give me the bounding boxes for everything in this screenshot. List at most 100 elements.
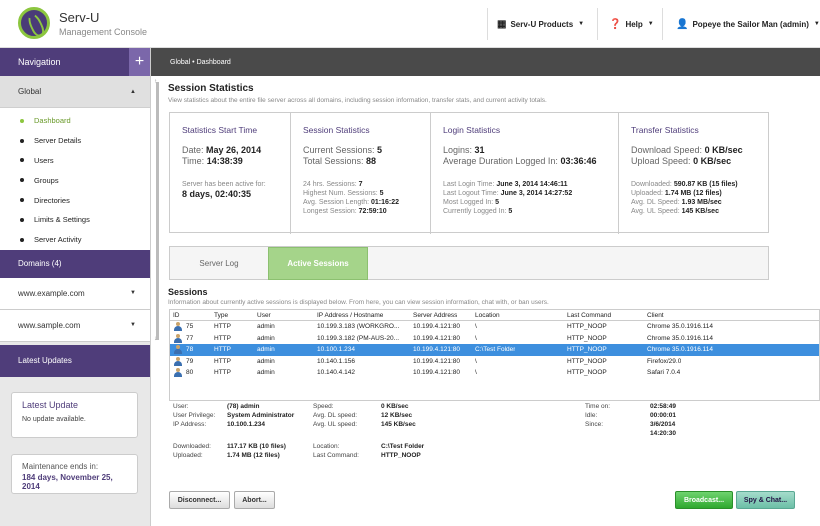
table-cell: 10.100.1.234 (317, 346, 355, 353)
table-cell: HTTP_NOOP (567, 346, 607, 353)
sidebar-item-server-activity[interactable]: Server Activity (0, 230, 150, 250)
table-cell: HTTP (214, 323, 231, 330)
stats-login-column: Login Statistics Logins: 31 Average Dura… (431, 113, 619, 234)
stat-value: 145 KB/sec (681, 208, 719, 215)
scroll-down-icon[interactable]: ↓ (154, 336, 157, 342)
stat-time: Time: 14:38:39 (182, 156, 290, 167)
table-cell: 79 (186, 357, 194, 365)
abort-button[interactable]: Abort... (234, 491, 275, 509)
products-menu[interactable]: ▦ Serv-U Products ▼ (497, 0, 584, 48)
sidebar-item-label: Directories (34, 195, 70, 205)
tab-active-sessions[interactable]: Active Sessions (268, 247, 368, 280)
detail-value: 117.17 KB (10 files) (227, 443, 286, 450)
stat-value: 01:16:22 (370, 199, 400, 206)
detail-timeon-label: Time on: (585, 403, 611, 410)
breadcrumb-text: Global • Dashboard (170, 58, 231, 66)
maintenance-value: 184 days, November 25, 2014 (22, 473, 113, 491)
detail-value: C:\Test Folder (381, 443, 425, 450)
detail-value: 14:20:30 (650, 430, 677, 437)
scrollbar[interactable] (156, 82, 159, 340)
navigation-header: Navigation + (0, 48, 150, 76)
spy-chat-button[interactable]: Spy & Chat... (736, 491, 795, 509)
navigation-label: Navigation (18, 57, 61, 67)
stat-label: Logins: (443, 145, 473, 155)
table-body: 75 HTTP admin 10.199.3.183 (WORKGRO... 10.19… (170, 321, 819, 379)
stat-label: Current Sessions: (303, 145, 375, 155)
column-header[interactable]: IP Address / Hostname (317, 310, 383, 321)
table-cell: 10.199.3.182 (PM-AUS-20... (317, 334, 400, 342)
sidebar-item-limits-settings[interactable]: Limits & Settings (0, 210, 150, 230)
stat-label: Total Sessions: (303, 156, 364, 166)
table-cell: \ (475, 323, 477, 330)
stat-downloaded: Downloaded: 590.87 KB (15 files) (631, 180, 770, 189)
user-menu[interactable]: 👤 Popeye the Sailor Man (admin) ▼ (676, 0, 820, 48)
table-row[interactable]: 78 HTTP admin 10.100.1.234 10.199.4.121:80 C:… (170, 344, 819, 356)
sidebar-item-groups[interactable]: Groups (0, 170, 150, 190)
stat-label: Most Logged In: (443, 199, 494, 206)
table-cell: Chrome 35.0.1916.114 (647, 334, 714, 342)
table-row[interactable]: 80 HTTP admin 10.140.4.142 10.199.4.121:80 \ H… (170, 367, 819, 379)
table-cell: admin (257, 346, 275, 353)
stat-total-sessions: Total Sessions: 88 (303, 156, 430, 167)
help-menu[interactable]: ❓ Help ▼ (609, 0, 654, 48)
table-cell: 10.140.1.156 (317, 357, 355, 365)
table-row[interactable]: 79 HTTP admin 10.140.1.156 10.199.4.121:80 \ H… (170, 356, 819, 368)
detail-idle-label: Idle: (585, 412, 598, 419)
table-cell: 80 (186, 369, 194, 376)
column-header[interactable]: Last Command (567, 310, 611, 321)
global-section-toggle[interactable]: Global ▲ (0, 76, 150, 108)
divider (597, 8, 598, 40)
sidebar-item-server-details[interactable]: Server Details (0, 131, 150, 151)
caret-down-icon: ▼ (130, 290, 136, 297)
domains-header[interactable]: Domains (4) (0, 249, 150, 278)
global-subitems: Dashboard Server Details Users Groups Di… (0, 108, 150, 250)
sidebar-item-users[interactable]: Users (0, 151, 150, 171)
table-cell: 10.199.4.121:80 (413, 346, 460, 353)
stats-session-column: Session Statistics Current Sessions: 5 T… (291, 113, 431, 234)
detail-value: 10.100.1.234 (227, 421, 265, 428)
column-header[interactable]: Location (475, 310, 500, 321)
stat-value: 88 (366, 156, 377, 166)
global-label: Global (18, 87, 42, 96)
column-header[interactable]: Type (214, 310, 228, 321)
stat-label: Uploaded: (631, 190, 663, 197)
bullet-icon (20, 138, 24, 143)
brand-title: Serv-U (59, 10, 100, 25)
add-plus-icon[interactable]: + (129, 48, 150, 76)
sidebar-item-label: Groups (34, 175, 59, 185)
serv-u-logo-icon (18, 7, 50, 39)
table-cell: \ (475, 369, 477, 376)
stat-label: Last Logout Time: (443, 190, 499, 197)
stat-value: 7 (358, 181, 363, 188)
table-cell: admin (257, 357, 275, 365)
sidebar-item-directories[interactable]: Directories (0, 190, 150, 210)
sessions-title: Sessions (168, 287, 208, 297)
table-cell: admin (257, 369, 275, 376)
column-header[interactable]: Server Address (413, 310, 457, 321)
detail-ip-value: 10.100.1.234 (227, 421, 265, 428)
sidebar-item-dashboard[interactable]: Dashboard (0, 111, 150, 131)
disconnect-button[interactable]: Disconnect... (169, 491, 230, 509)
sidebar: Navigation + Global ▲ Dashboard Server D… (0, 48, 151, 526)
broadcast-button[interactable]: Broadcast... (675, 491, 733, 509)
detail-downloaded-value: 117.17 KB (10 files) (227, 443, 286, 450)
stat-label: Download Speed: (631, 145, 703, 155)
column-header[interactable]: User (257, 310, 271, 321)
detail-since-date: 3/6/2014 (650, 421, 675, 428)
domain-item[interactable]: www.sample.com ▼ (0, 309, 150, 342)
table-cell: HTTP (214, 369, 231, 376)
domain-item[interactable]: www.example.com ▼ (0, 277, 150, 310)
table-cell: 78 (186, 346, 194, 353)
detail-value: (78) admin (227, 403, 260, 410)
table-cell: HTTP (214, 357, 231, 365)
maintenance-label: Maintenance ends in: (22, 462, 99, 471)
detail-avgul-label: Avg. UL speed: (313, 421, 358, 428)
table-row[interactable]: 75 HTTP admin 10.199.3.183 (WORKGRO... 10.19… (170, 321, 819, 333)
caret-down-icon: ▼ (647, 21, 654, 27)
column-header[interactable]: ID (173, 310, 180, 321)
stat-upload-speed: Upload Speed: 0 KB/sec (631, 156, 770, 167)
column-header[interactable]: Client (647, 310, 664, 321)
tab-server-log[interactable]: Server Log (170, 247, 268, 280)
help-icon: ❓ (609, 18, 622, 30)
table-row[interactable]: 77 HTTP admin 10.199.3.182 (PM-AUS-20... 10.… (170, 333, 819, 345)
